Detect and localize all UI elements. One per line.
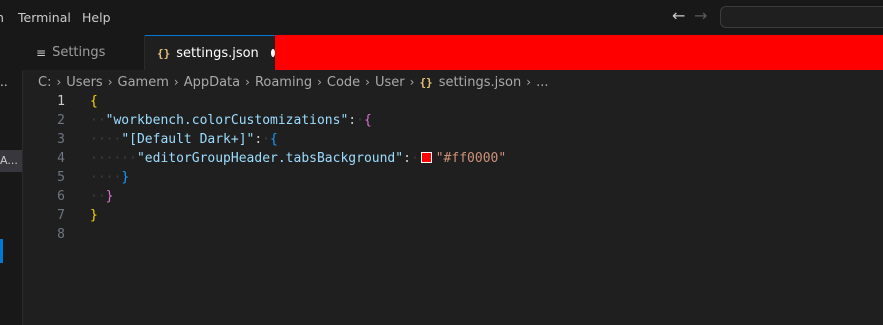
line-number: 6 <box>57 189 65 204</box>
chevron-right-icon: › <box>409 75 415 89</box>
line-number: 1 <box>57 94 65 109</box>
menu-item-terminal[interactable]: Terminal <box>18 10 71 25</box>
colon: : <box>403 151 411 166</box>
sidebar-active-indicator <box>0 239 3 263</box>
menu-item-selection[interactable]: n <box>0 10 4 25</box>
breadcrumb-item[interactable]: Gamem <box>118 75 169 90</box>
code-line[interactable]: 4 ······"editorGroupHeader.tabsBackgroun… <box>22 149 883 168</box>
json-file-icon: {} <box>157 46 171 60</box>
code-line[interactable]: 3 ····"[Default Dark+]":·{ <box>22 130 883 149</box>
code-line[interactable]: 2 ··"workbench.colorCustomizations":·{ <box>22 111 883 130</box>
line-number: 7 <box>57 208 65 223</box>
tab-settings-json[interactable]: {} settings.json <box>145 35 275 70</box>
chevron-right-icon: › <box>56 75 62 89</box>
sidebar: .. A... <box>0 35 23 325</box>
unsaved-changes-dot-icon[interactable] <box>270 49 275 57</box>
tab-label: Settings <box>52 45 106 60</box>
chevron-right-icon: › <box>526 75 532 89</box>
code-line[interactable]: 5 ····} <box>22 168 883 187</box>
line-number: 4 <box>57 151 65 166</box>
code-line[interactable]: 7 } <box>22 206 883 225</box>
command-center-search[interactable] <box>720 6 883 28</box>
line-number: 5 <box>57 170 65 185</box>
breadcrumb-item[interactable]: Roaming <box>255 75 312 90</box>
sidebar-item[interactable]: A... <box>0 150 22 172</box>
breadcrumb: C: › Users › Gamem › AppData › Roaming ›… <box>38 72 548 92</box>
editor-tab-bar: ≡ Settings {} settings.json <box>22 35 883 70</box>
sidebar-item-label: A... <box>0 154 18 167</box>
brace: { <box>363 113 372 128</box>
json-key: "[Default Dark+]" <box>121 132 255 147</box>
chevron-right-icon: › <box>317 75 322 89</box>
settings-file-icon: ≡ <box>36 45 47 60</box>
line-number: 8 <box>57 227 65 242</box>
brace: { <box>90 94 98 109</box>
menu-item-help[interactable]: Help <box>82 10 111 25</box>
line-number: 2 <box>57 113 65 128</box>
code-line[interactable]: 6 ··} <box>22 187 883 206</box>
breadcrumb-item[interactable]: Code <box>327 75 360 90</box>
breadcrumb-item[interactable]: Users <box>66 75 102 90</box>
json-value: "#ff0000" <box>435 151 507 166</box>
chevron-right-icon: › <box>365 75 370 89</box>
json-key: "workbench.colorCustomizations" <box>105 113 349 128</box>
brace: } <box>90 208 98 223</box>
breadcrumb-item[interactable]: User <box>375 75 405 90</box>
chevron-right-icon: › <box>245 75 250 89</box>
breadcrumb-item[interactable]: AppData <box>184 75 240 90</box>
code-line[interactable]: 1 { <box>22 92 883 111</box>
title-bar: n Terminal Help ← → <box>0 0 883 35</box>
json-key: "editorGroupHeader.tabsBackground" <box>136 151 404 166</box>
line-number: 3 <box>57 132 65 147</box>
brace: } <box>105 189 114 204</box>
brace: { <box>270 132 278 147</box>
chevron-right-icon: › <box>107 75 113 89</box>
brace: } <box>121 170 130 185</box>
arrow-left-icon[interactable]: ← <box>672 6 685 25</box>
tab-settings[interactable]: ≡ Settings <box>22 35 145 70</box>
breadcrumb-item[interactable]: ... <box>536 75 548 90</box>
colon: : <box>348 113 357 128</box>
chevron-right-icon: › <box>173 75 179 89</box>
code-editor[interactable]: 1 { 2 ··"workbench.colorCustomizations":… <box>22 92 883 325</box>
more-actions-icon[interactable]: .. <box>0 75 8 89</box>
json-file-icon: {} <box>419 75 433 89</box>
code-line[interactable]: 8 <box>22 225 883 244</box>
breadcrumb-item[interactable]: C: <box>38 75 51 90</box>
arrow-right-icon[interactable]: → <box>694 6 707 25</box>
tab-label: settings.json <box>176 45 259 61</box>
breadcrumb-item[interactable]: settings.json <box>439 75 522 90</box>
color-swatch-icon[interactable] <box>420 152 432 163</box>
